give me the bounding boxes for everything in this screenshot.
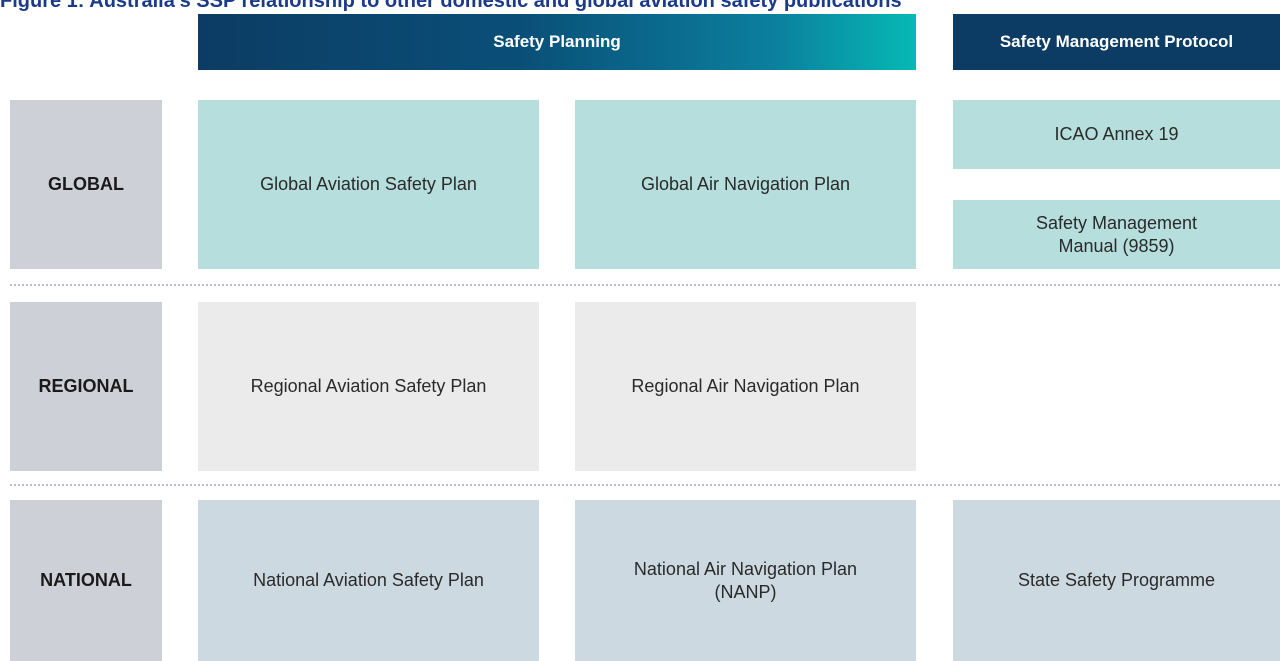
row-divider xyxy=(10,484,1280,486)
header-safety-planning: Safety Planning xyxy=(198,14,916,70)
row-label-regional: REGIONAL xyxy=(10,302,162,471)
box-icao-annex-19: ICAO Annex 19 xyxy=(953,100,1280,169)
box-regional-air-navigation-plan: Regional Air Navigation Plan xyxy=(575,302,916,471)
box-state-safety-programme: State Safety Programme xyxy=(953,500,1280,661)
box-national-aviation-safety-plan: National Aviation Safety Plan xyxy=(198,500,539,661)
box-global-air-navigation-plan: Global Air Navigation Plan xyxy=(575,100,916,269)
row-label-national: NATIONAL xyxy=(10,500,162,661)
box-global-aviation-safety-plan: Global Aviation Safety Plan xyxy=(198,100,539,269)
header-safety-management-protocol: Safety Management Protocol xyxy=(953,14,1280,70)
row-label-global: GLOBAL xyxy=(10,100,162,269)
figure-title: Figure 1: Australia's SSP relationship t… xyxy=(0,0,902,12)
box-regional-aviation-safety-plan: Regional Aviation Safety Plan xyxy=(198,302,539,471)
row-divider xyxy=(10,284,1280,286)
box-safety-management-manual: Safety Management Manual (9859) xyxy=(953,200,1280,269)
box-national-air-navigation-plan: National Air Navigation Plan (NANP) xyxy=(575,500,916,661)
